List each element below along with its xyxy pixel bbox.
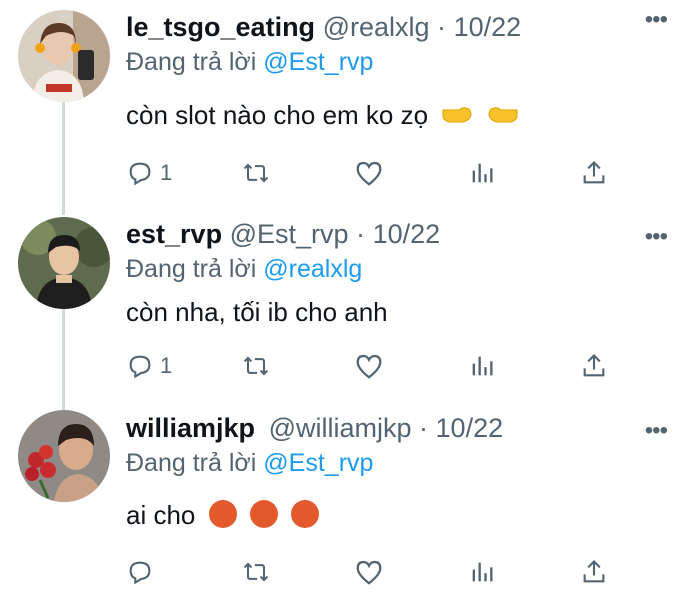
heart-icon xyxy=(356,161,382,186)
analytics-icon xyxy=(472,163,493,183)
user-handle[interactable]: @realxlg xyxy=(323,12,430,42)
tweet-header: le_tsgo_eating @realxlg · 10/22 xyxy=(126,10,521,44)
analytics-icon xyxy=(472,356,493,376)
backhand-index-pointing-left-icon xyxy=(487,100,519,128)
reply-icon xyxy=(129,162,151,186)
tweet-text-content: còn nha, tối ib cho anh xyxy=(126,297,388,327)
reply-count: 1 xyxy=(160,353,173,378)
analytics-button[interactable] xyxy=(468,554,496,590)
face-with-symbols-on-mouth-icon xyxy=(249,500,278,528)
share-icon xyxy=(583,354,605,377)
analytics-button[interactable] xyxy=(468,155,496,191)
tweet-date[interactable]: 10/22 xyxy=(454,12,522,42)
tweet-header: est_rvp @Est_rvp · 10/22 xyxy=(126,217,440,251)
mention-link[interactable]: @realxlg xyxy=(263,255,362,283)
replying-to: Đang trả lời @Est_rvp xyxy=(126,46,373,78)
share-icon xyxy=(583,161,605,184)
retweet-icon xyxy=(243,562,269,582)
reply-icon xyxy=(129,355,151,379)
separator: · xyxy=(419,413,429,443)
tweet-header: williamjkp @williamjkp · 10/22 xyxy=(126,411,503,445)
replying-label: Đang trả lời xyxy=(126,449,257,477)
reply-count: 1 xyxy=(160,160,173,185)
retweet-icon xyxy=(243,163,269,183)
action-bar xyxy=(126,554,626,590)
replying-label: Đang trả lời xyxy=(126,255,257,283)
face-with-symbols-on-mouth-icon xyxy=(291,500,320,528)
more-icon[interactable]: ••• xyxy=(645,223,668,251)
mention-link[interactable]: @Est_rvp xyxy=(263,48,373,76)
reply-button[interactable]: 1 xyxy=(126,348,172,384)
separator: · xyxy=(437,12,447,42)
tweet-text: ai cho xyxy=(126,498,320,532)
analytics-button[interactable] xyxy=(468,348,496,384)
retweet-button[interactable] xyxy=(240,348,272,384)
share-button[interactable] xyxy=(580,155,608,191)
like-button[interactable] xyxy=(354,348,384,384)
more-icon[interactable]: ••• xyxy=(645,417,668,445)
avatar[interactable] xyxy=(18,10,110,102)
user-handle[interactable]: @williamjkp xyxy=(269,413,412,443)
face-with-symbols-on-mouth-icon xyxy=(208,500,237,528)
display-name[interactable]: williamjkp xyxy=(126,413,255,443)
action-bar: 1 xyxy=(126,348,626,384)
separator: · xyxy=(356,219,366,249)
heart-icon xyxy=(356,560,382,585)
replying-to: Đang trả lời @Est_rvp xyxy=(126,447,373,479)
retweet-button[interactable] xyxy=(240,554,272,590)
retweet-icon xyxy=(243,356,269,376)
reply-tweet-3[interactable]: williamjkp @williamjkp · 10/22 ••• Đang … xyxy=(0,405,693,600)
replying-to: Đang trả lời @realxlg xyxy=(126,253,362,285)
display-name[interactable]: est_rvp xyxy=(126,219,222,249)
tweet-text: còn nha, tối ib cho anh xyxy=(126,295,388,329)
tweet-date[interactable]: 10/22 xyxy=(373,219,441,249)
mention-link[interactable]: @Est_rvp xyxy=(263,449,373,477)
replying-label: Đang trả lời xyxy=(126,48,257,76)
share-icon xyxy=(583,560,605,583)
like-button[interactable] xyxy=(354,155,384,191)
tweet-text-content: ai cho xyxy=(126,500,196,530)
reply-tweet-2[interactable]: est_rvp @Est_rvp · 10/22 ••• Đang trả lờ… xyxy=(0,205,693,400)
tweet-text: còn slot nào cho em ko zọ xyxy=(126,98,519,132)
reply-button[interactable]: 1 xyxy=(126,155,172,191)
share-button[interactable] xyxy=(580,554,608,590)
share-button[interactable] xyxy=(580,348,608,384)
reply-button[interactable] xyxy=(126,554,160,590)
avatar[interactable] xyxy=(18,217,110,309)
display-name[interactable]: le_tsgo_eating xyxy=(126,12,315,42)
backhand-index-pointing-right-icon xyxy=(441,100,473,128)
like-button[interactable] xyxy=(354,554,384,590)
heart-icon xyxy=(356,354,382,379)
user-handle[interactable]: @Est_rvp xyxy=(230,219,349,249)
more-icon[interactable]: ••• xyxy=(645,6,668,34)
action-bar: 1 xyxy=(126,155,626,191)
reply-tweet-1[interactable]: le_tsgo_eating @realxlg · 10/22 ••• Đang… xyxy=(0,0,693,200)
analytics-icon xyxy=(472,562,493,582)
tweet-date[interactable]: 10/22 xyxy=(436,413,504,443)
reply-icon xyxy=(129,561,151,585)
tweet-text-content: còn slot nào cho em ko zọ xyxy=(126,100,429,130)
retweet-button[interactable] xyxy=(240,155,272,191)
avatar[interactable] xyxy=(18,410,110,502)
